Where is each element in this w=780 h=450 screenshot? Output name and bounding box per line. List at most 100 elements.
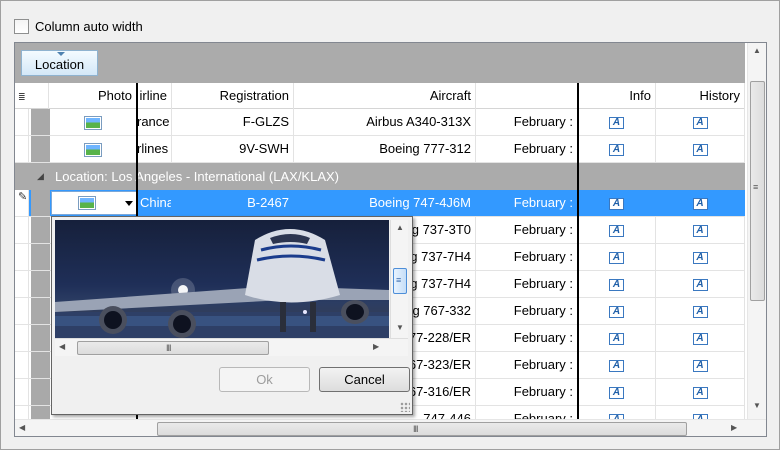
info-cell[interactable]: A bbox=[578, 244, 656, 270]
history-cell[interactable]: A bbox=[656, 244, 745, 270]
registration-cell[interactable]: 9V-SWH bbox=[172, 136, 294, 162]
photo-horizontal-scrollbar[interactable]: ◀ III ▶ bbox=[55, 338, 408, 356]
history-cell[interactable]: A bbox=[656, 352, 745, 378]
history-document-icon[interactable]: A bbox=[692, 386, 708, 399]
column-header-history[interactable]: History bbox=[656, 83, 745, 109]
row-indicator[interactable] bbox=[15, 109, 29, 135]
row-indicator[interactable] bbox=[15, 379, 29, 405]
registration-cell[interactable]: F-GLZS bbox=[172, 109, 294, 135]
table-row[interactable]: rlines 9V-SWH Boeing 777-312 February : … bbox=[15, 136, 745, 163]
column-chooser-icon[interactable]: ≣ bbox=[18, 92, 26, 102]
table-row[interactable]: rance F-GLZS Airbus A340-313X February :… bbox=[15, 109, 745, 136]
history-document-icon[interactable]: A bbox=[692, 224, 708, 237]
frozen-column-divider[interactable] bbox=[577, 83, 579, 419]
history-document-icon[interactable]: A bbox=[692, 332, 708, 345]
info-cell[interactable]: A bbox=[578, 271, 656, 297]
airline-cell[interactable]: rance bbox=[137, 109, 172, 135]
history-cell[interactable]: A bbox=[656, 298, 745, 324]
date-cell[interactable]: February : bbox=[476, 352, 578, 378]
row-indicator[interactable] bbox=[15, 271, 29, 297]
airline-cell[interactable]: China bbox=[137, 190, 172, 216]
history-document-icon[interactable]: A bbox=[692, 143, 708, 156]
row-indicator[interactable] bbox=[15, 217, 29, 243]
info-cell[interactable]: A bbox=[578, 190, 656, 216]
photo-vertical-scroll-thumb[interactable]: ≡ bbox=[393, 268, 407, 294]
history-document-icon[interactable]: A bbox=[692, 197, 708, 210]
photo-horizontal-scroll-thumb[interactable]: III bbox=[77, 341, 269, 355]
info-cell[interactable]: A bbox=[578, 379, 656, 405]
column-header-aircraft[interactable]: Aircraft bbox=[294, 83, 476, 109]
history-cell[interactable]: A bbox=[656, 190, 745, 216]
date-cell[interactable]: February : bbox=[476, 298, 578, 324]
vertical-scrollbar[interactable]: ▲ ≡ ▼ bbox=[747, 43, 766, 419]
aircraft-cell[interactable]: Airbus A340-313X bbox=[294, 109, 476, 135]
row-selector-header[interactable]: ≣ bbox=[15, 83, 49, 109]
history-document-icon[interactable]: A bbox=[692, 278, 708, 291]
aircraft-cell[interactable]: Boeing 747-4J6M bbox=[294, 190, 476, 216]
history-cell[interactable]: A bbox=[656, 271, 745, 297]
date-cell[interactable]: February : bbox=[476, 190, 578, 216]
date-cell[interactable]: February : bbox=[476, 325, 578, 351]
scroll-up-arrow-icon[interactable]: ▲ bbox=[396, 223, 404, 232]
info-cell[interactable]: A bbox=[578, 298, 656, 324]
photo-cell[interactable] bbox=[50, 136, 137, 162]
history-document-icon[interactable]: A bbox=[692, 116, 708, 129]
date-cell[interactable]: February : bbox=[476, 406, 578, 419]
info-document-icon[interactable]: A bbox=[609, 305, 624, 318]
collapse-group-icon[interactable]: ◢ bbox=[37, 163, 44, 190]
auto-width-option[interactable]: Column auto width bbox=[14, 17, 143, 35]
info-cell[interactable]: A bbox=[578, 136, 656, 162]
column-header-photo[interactable]: Photo bbox=[49, 83, 137, 109]
row-indicator[interactable]: ✎ bbox=[15, 190, 29, 216]
date-cell[interactable]: February : bbox=[476, 217, 578, 243]
info-document-icon[interactable]: A bbox=[609, 386, 624, 399]
photo-vertical-scrollbar[interactable]: ▲ ≡ ▼ bbox=[390, 220, 408, 338]
group-row[interactable]: ◢ Location: Los Angeles - International … bbox=[15, 163, 745, 190]
info-document-icon[interactable]: A bbox=[609, 251, 624, 264]
registration-cell[interactable]: B-2467 bbox=[172, 190, 294, 216]
info-document-icon[interactable]: A bbox=[609, 278, 624, 291]
photo-cell[interactable] bbox=[50, 109, 137, 135]
scroll-right-arrow-icon[interactable]: ▶ bbox=[731, 423, 737, 432]
history-document-icon[interactable]: A bbox=[692, 251, 708, 264]
scroll-left-arrow-icon[interactable]: ◀ bbox=[59, 342, 65, 351]
history-cell[interactable]: A bbox=[656, 325, 745, 351]
history-cell[interactable]: A bbox=[656, 109, 745, 135]
history-document-icon[interactable]: A bbox=[692, 305, 708, 318]
info-cell[interactable]: A bbox=[578, 325, 656, 351]
scroll-left-arrow-icon[interactable]: ◀ bbox=[19, 423, 25, 432]
row-indicator[interactable] bbox=[15, 298, 29, 324]
group-by-location-button[interactable]: Location bbox=[21, 50, 98, 76]
info-document-icon[interactable]: A bbox=[609, 359, 624, 372]
date-cell[interactable]: February : bbox=[476, 136, 578, 162]
ok-button[interactable]: Ok bbox=[219, 367, 310, 392]
scroll-right-arrow-icon[interactable]: ▶ bbox=[373, 342, 379, 351]
date-cell[interactable]: February : bbox=[476, 109, 578, 135]
scroll-up-arrow-icon[interactable]: ▲ bbox=[753, 46, 761, 55]
history-document-icon[interactable]: A bbox=[692, 359, 708, 372]
info-document-icon[interactable]: A bbox=[609, 197, 624, 210]
horizontal-scrollbar[interactable]: ◀ III ▶ bbox=[15, 419, 766, 436]
info-cell[interactable]: A bbox=[578, 109, 656, 135]
horizontal-scroll-thumb[interactable]: III bbox=[157, 422, 687, 436]
scroll-down-arrow-icon[interactable]: ▼ bbox=[753, 401, 761, 410]
info-cell[interactable]: A bbox=[578, 352, 656, 378]
column-header-date[interactable] bbox=[476, 83, 578, 109]
row-indicator[interactable] bbox=[15, 136, 29, 162]
info-cell[interactable]: A bbox=[578, 406, 656, 419]
column-header-airline[interactable]: irline bbox=[137, 83, 172, 109]
history-cell[interactable]: A bbox=[656, 217, 745, 243]
row-indicator[interactable] bbox=[15, 325, 29, 351]
resize-grip-icon[interactable] bbox=[400, 402, 410, 412]
date-cell[interactable]: February : bbox=[476, 244, 578, 270]
history-cell[interactable]: A bbox=[656, 406, 745, 419]
column-header-registration[interactable]: Registration bbox=[172, 83, 294, 109]
date-cell[interactable]: February : bbox=[476, 379, 578, 405]
column-header-info[interactable]: Info bbox=[578, 83, 656, 109]
airline-cell[interactable]: rlines bbox=[137, 136, 172, 162]
photo-dropdown[interactable] bbox=[51, 191, 137, 215]
info-document-icon[interactable]: A bbox=[609, 143, 624, 156]
vertical-scroll-thumb[interactable]: ≡ bbox=[750, 81, 765, 301]
history-cell[interactable]: A bbox=[656, 379, 745, 405]
auto-width-checkbox[interactable] bbox=[14, 18, 29, 34]
